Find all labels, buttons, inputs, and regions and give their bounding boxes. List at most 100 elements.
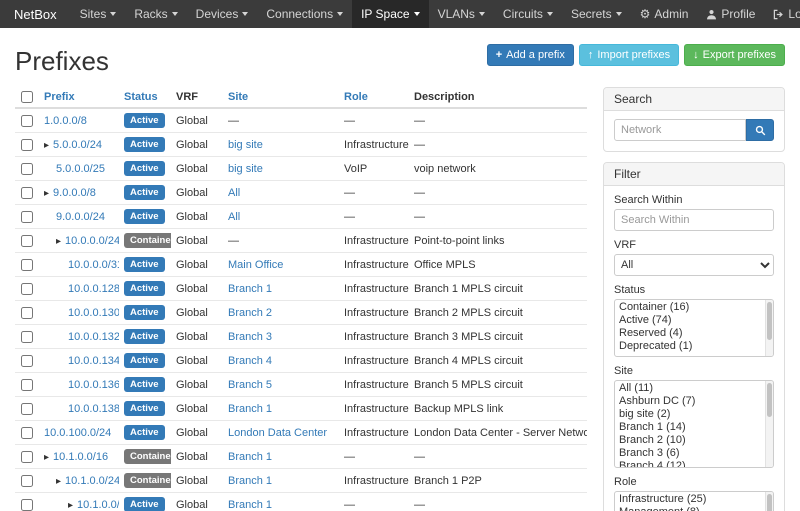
nav-item-admin[interactable]: ⚙ Admin — [631, 0, 698, 28]
row-checkbox[interactable] — [21, 451, 33, 463]
prefix-link[interactable]: 10.1.0.0/24 — [65, 475, 119, 487]
nav-item-ip-space[interactable]: IP Space — [352, 0, 428, 28]
filter-option[interactable]: All (11) — [619, 382, 763, 395]
prefix-link[interactable]: 10.0.0.134/31 — [68, 355, 119, 367]
site-link[interactable]: Branch 1 — [228, 499, 272, 511]
filter-option[interactable]: big site (2) — [619, 408, 763, 421]
row-checkbox[interactable] — [21, 499, 33, 511]
filter-option[interactable]: Infrastructure (25) — [619, 493, 763, 506]
prefix-link[interactable]: 1.0.0.0/8 — [44, 115, 87, 127]
table-row: ▸9.0.0.0/8ActiveGlobalAll—— — [15, 181, 587, 205]
nav-item-vlans[interactable]: VLANs — [429, 0, 494, 28]
prefix-cell: 10.0.100.0/24 — [39, 421, 119, 445]
row-checkbox[interactable] — [21, 139, 33, 151]
row-checkbox[interactable] — [21, 211, 33, 223]
column-header-role[interactable]: Role — [339, 87, 409, 108]
row-checkbox[interactable] — [21, 235, 33, 247]
prefix-link[interactable]: 10.0.0.130/31 — [68, 307, 119, 319]
search-within-input[interactable] — [614, 209, 774, 231]
prefix-link[interactable]: 10.0.100.0/24 — [44, 427, 111, 439]
nav-item-logout[interactable]: Log out — [764, 0, 800, 28]
row-checkbox[interactable] — [21, 355, 33, 367]
filter-option[interactable]: Management (8) — [619, 506, 763, 511]
row-checkbox[interactable] — [21, 259, 33, 271]
filter-option[interactable]: Active (74) — [619, 314, 763, 327]
export-prefixes-button[interactable]: ↓Export prefixes — [684, 44, 785, 66]
site-link[interactable]: Branch 1 — [228, 403, 272, 415]
nav-item-connections[interactable]: Connections — [257, 0, 352, 28]
vrf-select[interactable]: All — [614, 254, 774, 276]
search-input[interactable] — [614, 119, 746, 141]
role-scrollbar[interactable] — [765, 492, 773, 511]
row-checkbox[interactable] — [21, 283, 33, 295]
site-link[interactable]: big site — [228, 163, 263, 175]
column-header-site[interactable]: Site — [223, 87, 339, 108]
row-checkbox[interactable] — [21, 115, 33, 127]
brand-logo[interactable]: NetBox — [0, 0, 71, 28]
row-checkbox[interactable] — [21, 475, 33, 487]
filter-option[interactable]: Ashburn DC (7) — [619, 395, 763, 408]
nav-item-secrets[interactable]: Secrets — [562, 0, 631, 28]
site-cell: — — [223, 108, 339, 133]
site-link[interactable]: All — [228, 211, 240, 223]
prefix-link[interactable]: 10.0.0.128/31 — [68, 283, 119, 295]
add-a-prefix-button[interactable]: +Add a prefix — [487, 44, 574, 66]
site-link[interactable]: Branch 1 — [228, 451, 272, 463]
status-scrollbar[interactable] — [765, 300, 773, 356]
row-checkbox[interactable] — [21, 163, 33, 175]
site-link[interactable]: big site — [228, 139, 263, 151]
site-link[interactable]: London Data Center — [228, 427, 327, 439]
row-checkbox[interactable] — [21, 331, 33, 343]
site-link[interactable]: Branch 2 — [228, 307, 272, 319]
filter-panel: Filter Search Within VRF All Status Cont… — [603, 162, 785, 511]
site-link[interactable]: Main Office — [228, 259, 283, 271]
site-link[interactable]: Branch 5 — [228, 379, 272, 391]
select-all-checkbox[interactable] — [21, 91, 33, 103]
filter-option[interactable]: Branch 4 (12) — [619, 460, 763, 468]
filter-option[interactable]: Reserved (4) — [619, 327, 763, 340]
column-header-status[interactable]: Status — [119, 87, 171, 108]
vrf-cell: Global — [171, 108, 223, 133]
row-checkbox[interactable] — [21, 379, 33, 391]
site-link[interactable]: Branch 4 — [228, 355, 272, 367]
site-scrollbar[interactable] — [765, 381, 773, 467]
prefix-link[interactable]: 10.0.0.132/31 — [68, 331, 119, 343]
nav-item-label: Circuits — [503, 7, 543, 21]
row-checkbox[interactable] — [21, 427, 33, 439]
status-listbox[interactable]: Container (16)Active (74)Reserved (4)Dep… — [614, 299, 774, 357]
prefix-link[interactable]: 10.1.0.0/25 — [77, 499, 119, 511]
site-link[interactable]: Branch 3 — [228, 331, 272, 343]
site-link[interactable]: All — [228, 187, 240, 199]
column-header-prefix[interactable]: Prefix — [39, 87, 119, 108]
filter-option[interactable]: Branch 2 (10) — [619, 434, 763, 447]
prefix-link[interactable]: 10.0.0.138/31 — [68, 403, 119, 415]
nav-item-profile[interactable]: Profile — [697, 0, 764, 28]
row-checkbox[interactable] — [21, 187, 33, 199]
table-row: 10.0.0.128/31ActiveGlobalBranch 1Infrast… — [15, 277, 587, 301]
filter-option[interactable]: Branch 1 (14) — [619, 421, 763, 434]
site-link[interactable]: Branch 1 — [228, 475, 272, 487]
prefix-link[interactable]: 10.0.0.0/24 — [65, 235, 119, 247]
site-link[interactable]: Branch 1 — [228, 283, 272, 295]
prefix-link[interactable]: 10.1.0.0/16 — [53, 451, 108, 463]
filter-option[interactable]: Deprecated (1) — [619, 340, 763, 353]
prefix-link[interactable]: 5.0.0.0/24 — [53, 139, 102, 151]
filter-option[interactable]: Branch 3 (6) — [619, 447, 763, 460]
nav-item-sites[interactable]: Sites — [71, 0, 126, 28]
prefix-link[interactable]: 5.0.0.0/25 — [56, 163, 105, 175]
prefix-link[interactable]: 9.0.0.0/24 — [56, 211, 105, 223]
prefix-link[interactable]: 10.0.0.0/31 — [68, 259, 119, 271]
filter-option[interactable]: Container (16) — [619, 301, 763, 314]
nav-item-circuits[interactable]: Circuits — [494, 0, 562, 28]
role-cell: Infrastructure — [339, 397, 409, 421]
site-listbox[interactable]: All (11)Ashburn DC (7)big site (2)Branch… — [614, 380, 774, 468]
import-prefixes-button[interactable]: ↑Import prefixes — [579, 44, 679, 66]
prefix-link[interactable]: 9.0.0.0/8 — [53, 187, 96, 199]
search-button[interactable] — [746, 119, 774, 141]
nav-item-racks[interactable]: Racks — [125, 0, 186, 28]
role-listbox[interactable]: Infrastructure (25)Management (8)Private… — [614, 491, 774, 511]
prefix-link[interactable]: 10.0.0.136/31 — [68, 379, 119, 391]
row-checkbox[interactable] — [21, 403, 33, 415]
row-checkbox[interactable] — [21, 307, 33, 319]
nav-item-devices[interactable]: Devices — [187, 0, 258, 28]
